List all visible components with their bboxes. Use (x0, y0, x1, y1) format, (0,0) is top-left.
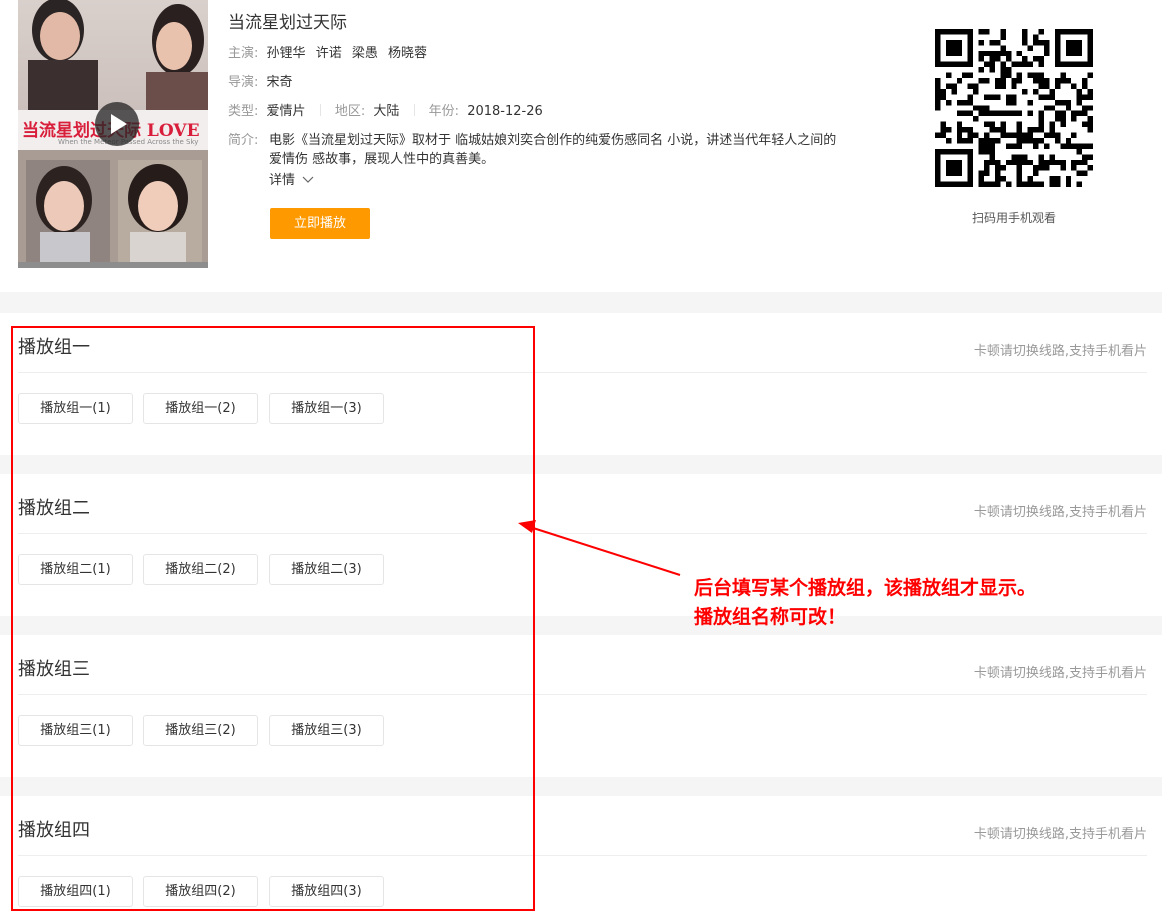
play-group-tip: 卡顿请切换线路,支持手机看片 (973, 505, 1147, 520)
divider (18, 372, 1147, 373)
movie-detail-panel: 当流星划过天际 LOVE When the Meteor Passed Acro… (0, 0, 1162, 292)
play-group-tip: 卡顿请切换线路,支持手机看片 (973, 344, 1147, 359)
play-group-tip: 卡顿请切换线路,支持手机看片 (973, 666, 1147, 681)
genre-label: 类型: (228, 104, 259, 119)
intro-label: 简介: (228, 133, 259, 148)
year-label: 年份: (428, 104, 460, 119)
episode-button[interactable]: 播放组三(3) (269, 715, 384, 746)
director-label: 导演: (228, 75, 259, 90)
play-group-title: 播放组三 (18, 659, 90, 680)
episode-button[interactable]: 播放组三(1) (18, 715, 133, 746)
poster-play-icon[interactable] (95, 102, 139, 146)
director-name[interactable]: 宋奇 (267, 75, 293, 90)
cast-member[interactable]: 许诺 (316, 46, 342, 61)
episode-button[interactable]: 播放组四(3) (269, 876, 384, 907)
intro-text: 电影《当流星划过天际》取材于 临城姑娘刘奕合创作的纯爱伤感同名 小说，讲述当代年… (269, 133, 837, 167)
year-value: 2018-12-26 (467, 104, 543, 119)
cast-member[interactable]: 梁愚 (352, 46, 378, 61)
annotation-note: 后台填写某个播放组，该播放组才显示。 播放组名称可改！ (694, 574, 1036, 632)
play-group: 播放组一 卡顿请切换线路,支持手机看片 播放组一(1) 播放组一(2) 播放组一… (0, 313, 1162, 455)
play-group: 播放组四 卡顿请切换线路,支持手机看片 播放组四(1) 播放组四(2) 播放组四… (0, 796, 1162, 921)
episode-button[interactable]: 播放组二(3) (269, 554, 384, 585)
annotation-line: 播放组名称可改！ (694, 606, 847, 628)
episode-button[interactable]: 播放组一(2) (143, 393, 258, 424)
movie-poster[interactable]: 当流星划过天际 LOVE When the Meteor Passed Acro… (18, 0, 208, 268)
region-value[interactable]: 大陆 (373, 104, 399, 119)
divider (18, 694, 1147, 695)
more-details-label: 详情 (269, 173, 296, 188)
episode-button[interactable]: 播放组二(1) (18, 554, 133, 585)
movie-title: 当流星划过天际 (228, 13, 347, 33)
divider (18, 855, 1147, 856)
divider (413, 104, 415, 116)
play-group: 播放组三 卡顿请切换线路,支持手机看片 播放组三(1) 播放组三(2) 播放组三… (0, 635, 1162, 777)
region-label: 地区: (334, 104, 366, 119)
episode-button[interactable]: 播放组一(3) (269, 393, 384, 424)
chevron-down-icon (302, 176, 314, 183)
more-details-link[interactable]: 详情 (269, 169, 314, 188)
qr-caption: 扫码用手机观看 (971, 211, 1056, 225)
director-row: 导演: 宋奇 (228, 74, 293, 92)
cast-member[interactable]: 孙锂华 (267, 46, 306, 61)
episode-button[interactable]: 播放组四(2) (143, 876, 258, 907)
play-group-tip: 卡顿请切换线路,支持手机看片 (973, 827, 1147, 842)
qr-code-icon (935, 29, 1093, 187)
cast-member[interactable]: 杨晓蓉 (388, 46, 427, 61)
play-group-title: 播放组二 (18, 498, 90, 519)
play-group-title: 播放组一 (18, 337, 90, 358)
cast-row: 主演: 孙锂华 许诺 梁愚 杨晓蓉 (228, 45, 427, 63)
annotation-line: 后台填写某个播放组，该播放组才显示。 (694, 577, 1037, 599)
episode-button[interactable]: 播放组一(1) (18, 393, 133, 424)
episode-button[interactable]: 播放组二(2) (143, 554, 258, 585)
play-now-button[interactable]: 立即播放 (270, 208, 370, 239)
episode-button[interactable]: 播放组三(2) (143, 715, 258, 746)
episode-button[interactable]: 播放组四(1) (18, 876, 133, 907)
play-group-title: 播放组四 (18, 820, 90, 841)
divider (18, 533, 1147, 534)
meta-row: 类型: 爱情片 地区: 大陆 年份: 2018-12-26 (228, 103, 543, 121)
divider (319, 104, 321, 116)
genre-value[interactable]: 爱情片 (267, 104, 306, 119)
cast-label: 主演: (228, 46, 259, 61)
